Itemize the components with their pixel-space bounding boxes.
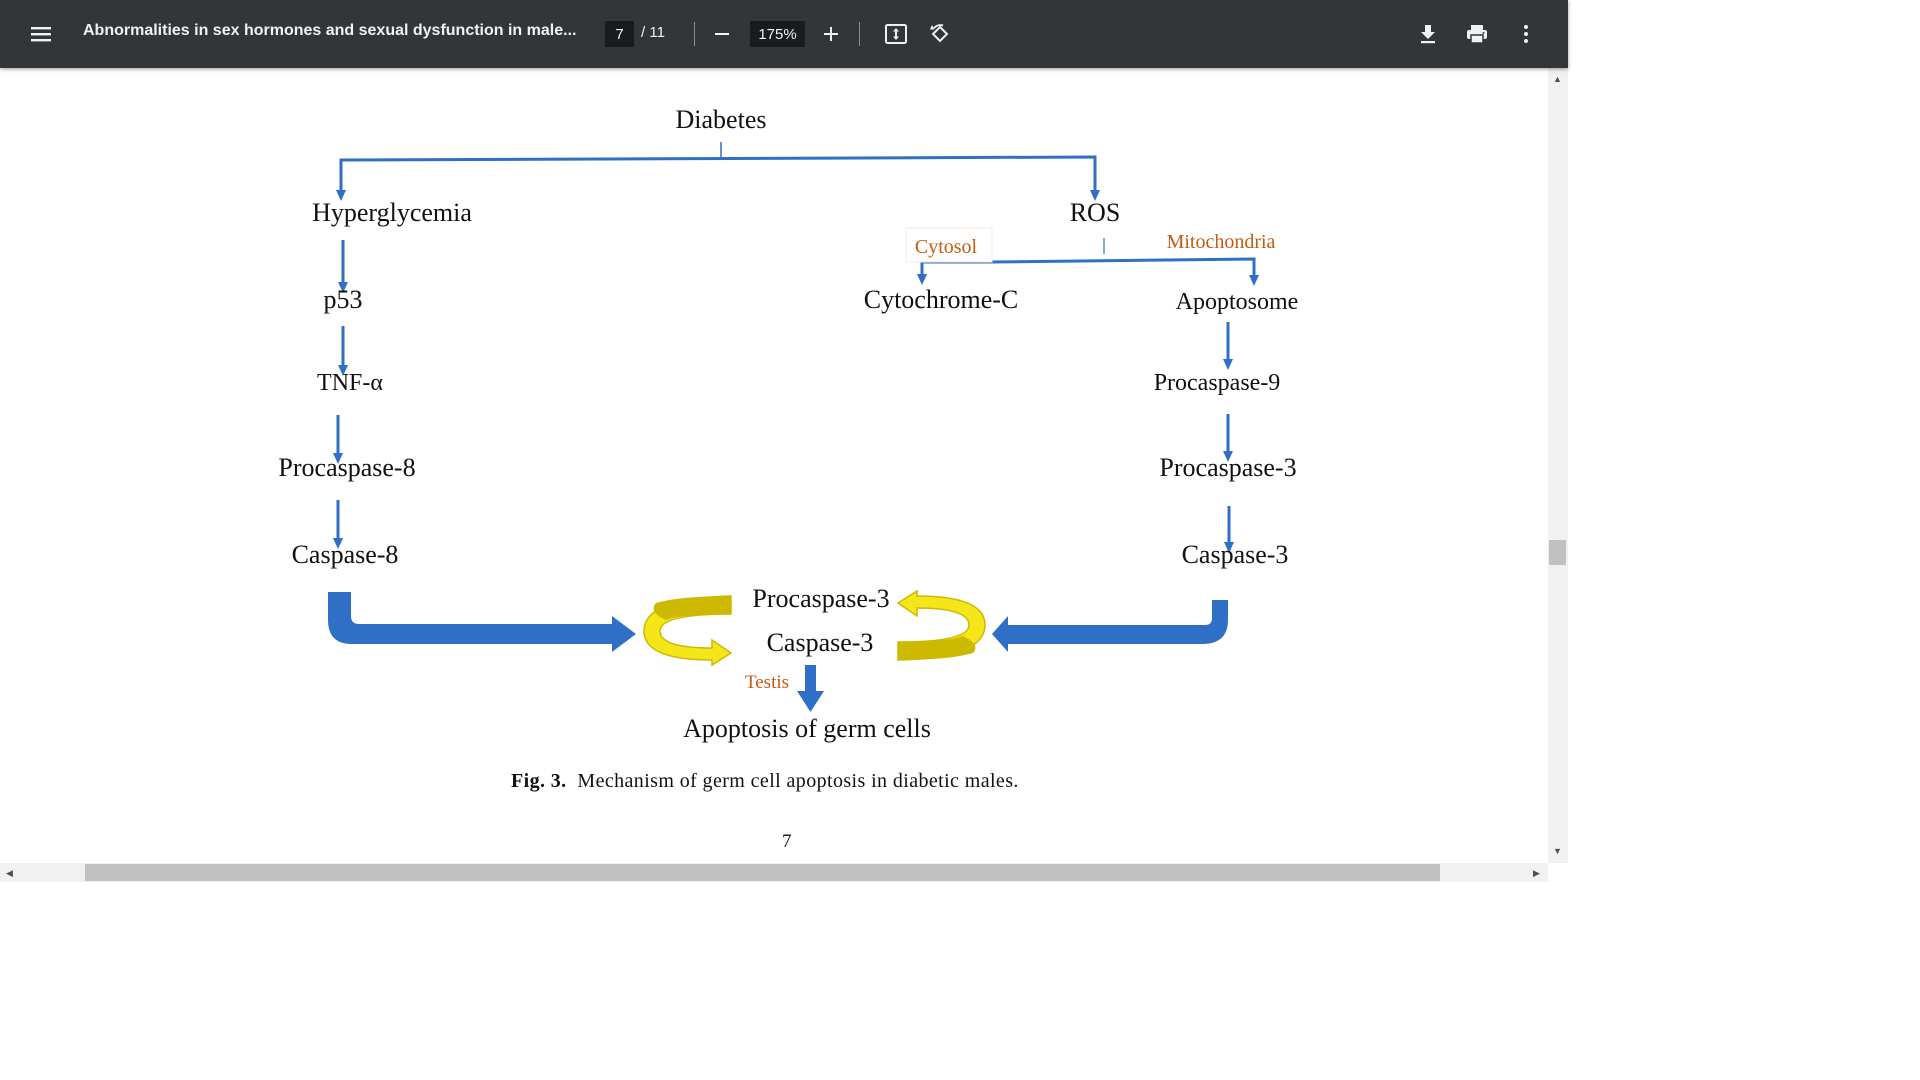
more-options-icon[interactable] (1512, 20, 1540, 48)
rotate-icon[interactable] (926, 20, 954, 48)
label-testis: Testis (745, 672, 789, 693)
toolbar-divider (694, 22, 695, 46)
arrow-to-cytochrome (917, 274, 927, 285)
big-arrow-right-to-center (992, 600, 1228, 652)
node-ros: ROS (1070, 198, 1121, 227)
label-mitochondria: Mitochondria (1167, 231, 1276, 253)
arrow-to-procaspase-9 (1223, 359, 1233, 370)
node-apoptosis-germ-cells: Apoptosis of germ cells (683, 714, 931, 743)
node-p53: p53 (324, 285, 363, 314)
total-pages: / 11 (641, 24, 665, 41)
scroll-up-arrow-icon[interactable]: ▲ (1553, 74, 1562, 84)
node-tnf-alpha: TNF-α (317, 370, 383, 396)
menu-icon[interactable] (26, 20, 56, 48)
scroll-down-arrow-icon[interactable]: ▼ (1553, 846, 1562, 856)
node-cytochrome-c: Cytochrome-C (864, 285, 1019, 314)
node-caspase-3-right: Caspase-3 (1182, 540, 1289, 569)
arrow-to-apoptosome (1249, 275, 1259, 286)
node-procaspase-3-center: Procaspase-3 (752, 584, 889, 613)
big-arrow-left-to-center (328, 592, 636, 652)
zoom-level-input[interactable]: 175% (750, 21, 805, 47)
node-procaspase-9: Procaspase-9 (1154, 370, 1281, 396)
scroll-right-arrow-icon[interactable]: ▶ (1533, 868, 1540, 878)
zoom-in-icon[interactable] (817, 20, 845, 48)
testis-arrow-shaft (805, 665, 816, 693)
page-number: 7 (782, 831, 792, 852)
diabetes-branch-connector (339, 142, 1097, 192)
fit-page-icon[interactable] (882, 20, 910, 48)
pdf-toolbar: Abnormalities in sex hormones and sexual… (0, 0, 1568, 68)
testis-arrow-head (797, 691, 824, 712)
figure-caption: Fig. 3. Mechanism of germ cell apoptosis… (511, 770, 1019, 793)
node-caspase-3-center: Caspase-3 (767, 628, 874, 657)
node-caspase-8: Caspase-8 (292, 540, 399, 569)
node-apoptosome: Apoptosome (1176, 289, 1299, 315)
download-icon[interactable] (1414, 20, 1442, 48)
node-procaspase-8: Procaspase-8 (278, 453, 415, 482)
node-procaspase-3-right: Procaspase-3 (1159, 453, 1296, 482)
figure-caption-text: Mechanism of germ cell apoptosis in diab… (577, 770, 1019, 792)
figure-caption-label: Fig. 3. (511, 770, 567, 792)
node-hyperglycemia: Hyperglycemia (312, 198, 472, 227)
scroll-left-arrow-icon[interactable]: ◀ (6, 868, 13, 878)
current-page-input[interactable]: 7 (605, 21, 634, 47)
vertical-scrollbar[interactable] (1548, 68, 1568, 863)
toolbar-divider (859, 22, 860, 46)
print-icon[interactable] (1463, 20, 1491, 48)
right-arrows (1226, 322, 1231, 542)
horizontal-scrollbar-thumb[interactable] (85, 864, 1440, 881)
vertical-scrollbar-thumb[interactable] (1549, 540, 1566, 565)
apoptosis-diagram: Diabetes Hyperglycemia ROS Cytosol Mitoc… (278, 105, 1299, 743)
label-cytosol: Cytosol (915, 236, 978, 258)
zoom-out-icon[interactable] (708, 20, 736, 48)
document-title: Abnormalities in sex hormones and sexual… (83, 22, 577, 39)
node-diabetes: Diabetes (676, 105, 767, 134)
